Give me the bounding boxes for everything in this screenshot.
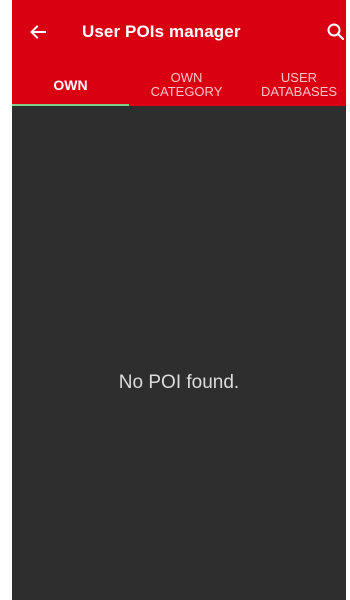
tab-own-category-label-line2: CATEGORY (150, 84, 223, 99)
tab-user-databases-label-line1: USER (280, 70, 318, 85)
app-bar: User POIs manager OWN OWN CATEGORY USER … (12, 0, 346, 106)
tab-own-label-line1: OWN (53, 77, 88, 93)
empty-state-message: No POI found. (118, 372, 240, 393)
tab-own-category[interactable]: OWN CATEGORY (129, 64, 244, 106)
tab-user-databases[interactable]: USER DATABASES (244, 64, 346, 106)
tab-own[interactable]: OWN (12, 64, 129, 106)
arrow-back-icon (30, 25, 46, 39)
tab-bar: OWN OWN CATEGORY USER DATABASES (12, 64, 346, 106)
app-screen: User POIs manager OWN OWN CATEGORY USER … (12, 0, 346, 600)
search-icon (327, 23, 345, 41)
back-button[interactable] (26, 20, 50, 44)
page-title: User POIs manager (82, 22, 241, 41)
search-button[interactable] (326, 22, 346, 44)
tab-user-databases-label: USER DATABASES (261, 71, 337, 99)
tab-own-category-label: OWN CATEGORY (151, 71, 223, 99)
tab-user-databases-label-line2: DATABASES (260, 84, 338, 99)
toolbar: User POIs manager (12, 0, 346, 64)
tab-own-label: OWN (53, 78, 87, 92)
tab-own-category-label-line1: OWN (170, 70, 203, 85)
selected-tab-indicator (12, 104, 129, 106)
